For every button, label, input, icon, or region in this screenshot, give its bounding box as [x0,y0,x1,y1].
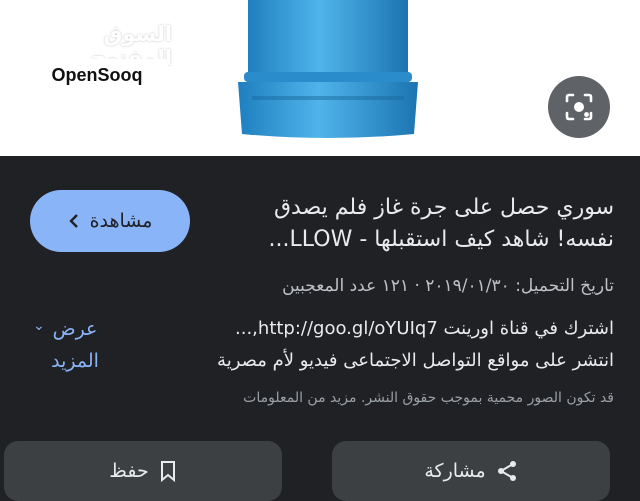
camera-lens-button[interactable] [548,76,610,138]
camera-lens-icon [565,93,593,121]
share-button[interactable]: مشاركة [332,441,610,501]
copyright-notice[interactable]: قد تكون الصور محمية بموجب حقوق النشر. مز… [130,390,614,406]
save-label: حفظ [109,460,149,482]
title-line-1: سوري حصل على جرة غاز فلم يصدق [273,195,614,220]
share-label: مشاركة [424,460,486,482]
opensooq-logo: OpenSooq [26,59,168,92]
video-title[interactable]: سوري حصل على جرة غاز فلم يصدق نفسه! شاهد… [210,192,614,256]
share-icon [497,461,516,481]
show-more-link[interactable]: عرض المزيد [30,313,120,377]
description: اشترك في قناة اورينت http://goo.gl/oYUIq… [130,313,614,377]
image-preview[interactable]: السوق المفتوح OpenSooq [0,0,640,156]
description-line-2: انتشر على مواقع التواصل الاجتماعى فيديو … [217,350,614,371]
title-line-2: نفسه! شاهد كيف استقبلها - LLOW... [268,227,614,252]
upload-meta: تاريخ التحميل: ٢٠١٩/٠١/٣٠ · ١٢١ عدد المع… [282,276,614,296]
description-line-1: اشترك في قناة اورينت http://goo.gl/oYUIq… [235,318,614,339]
chevron-left-icon [68,214,78,228]
gas-cylinder-image [238,0,418,138]
watch-label: مشاهدة [89,210,153,232]
watch-button[interactable]: مشاهدة [30,190,190,252]
save-button[interactable]: حفظ [4,441,282,501]
bookmark-icon [160,461,175,482]
